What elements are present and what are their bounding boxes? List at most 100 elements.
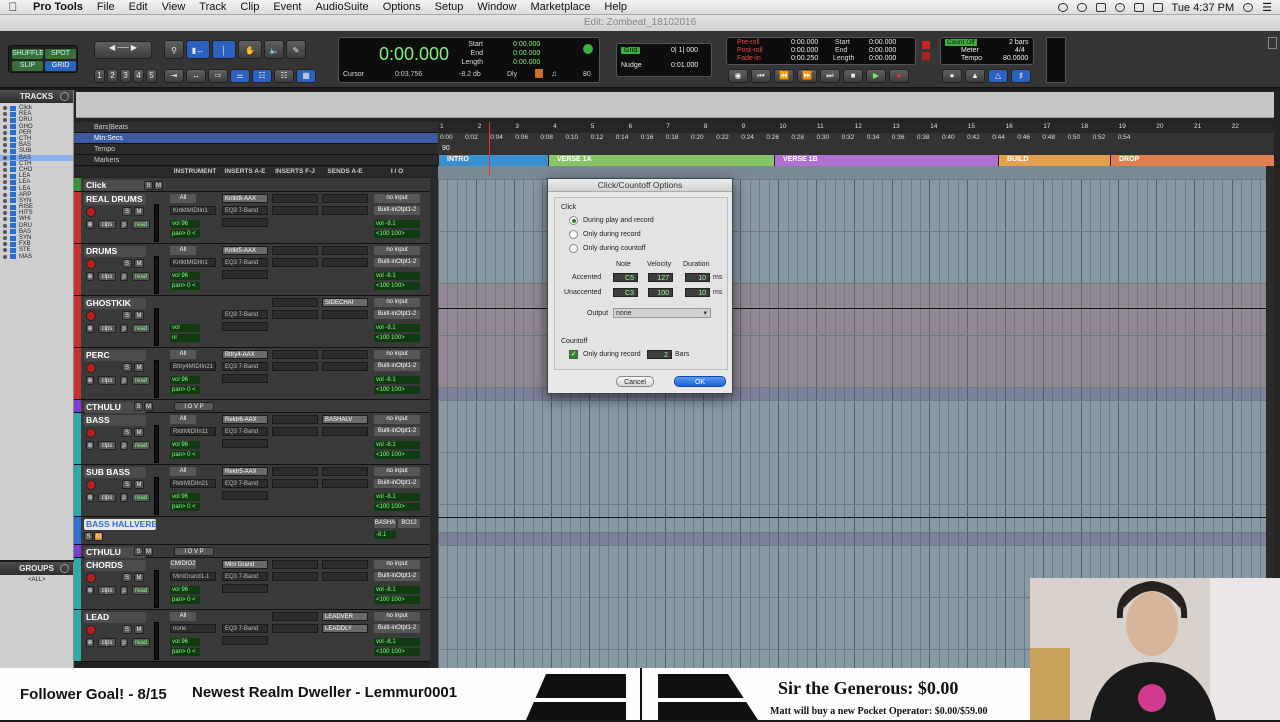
- track-lane[interactable]: [438, 505, 1270, 533]
- solo-button[interactable]: S: [122, 259, 132, 268]
- instrument-select[interactable]: All: [170, 350, 196, 359]
- automation-mode-button[interactable]: read: [132, 272, 150, 281]
- solo-button[interactable]: S: [122, 207, 132, 216]
- groups-header[interactable]: GROUPS: [0, 562, 73, 575]
- track-pan[interactable]: <100 100>: [374, 282, 420, 290]
- view-toggle-icon[interactable]: ⊕: [86, 324, 94, 333]
- track-volume[interactable]: vol -8.1: [374, 586, 420, 594]
- aux-output[interactable]: BO12: [398, 519, 420, 528]
- track-header[interactable]: PERC S M ⊕ clps p read All Bttry4MIDIIn21 vol 96 p…: [74, 348, 438, 400]
- meter-value[interactable]: 4/4: [1015, 47, 1025, 54]
- apple-icon[interactable]: : [0, 0, 26, 14]
- instrument-select[interactable]: All: [170, 194, 196, 203]
- midi-input[interactable]: RktrMIDIIn21: [170, 479, 216, 488]
- preroll-value[interactable]: 0:00.000: [791, 39, 818, 46]
- marker-build[interactable]: BUILD: [998, 155, 1110, 166]
- send-b[interactable]: [322, 206, 368, 215]
- show-hide-dot-icon[interactable]: [3, 217, 7, 222]
- insert-c[interactable]: [222, 491, 268, 500]
- view-toggle-icon[interactable]: ⊕: [86, 272, 94, 281]
- insert-a[interactable]: Kntkt8-AAX: [222, 194, 268, 203]
- tab-to-transient-icon[interactable]: ⇥: [164, 69, 184, 83]
- instrument-select[interactable]: All: [170, 415, 196, 424]
- playlist-button[interactable]: p: [120, 220, 128, 229]
- instrument-pan[interactable]: pan> 0 <: [170, 648, 200, 656]
- input-select[interactable]: no input: [374, 194, 420, 203]
- show-hide-dot-icon[interactable]: [3, 198, 7, 203]
- insert-b[interactable]: EQ3 7-Band: [222, 572, 268, 581]
- menu-edit[interactable]: Edit: [122, 1, 155, 13]
- insert-b[interactable]: EQ3 7-Band: [222, 258, 268, 267]
- col-io[interactable]: I / O: [374, 167, 420, 177]
- folder-io-buttons[interactable]: I O V P: [174, 547, 214, 556]
- track-volume[interactable]: vol -8.1: [374, 272, 420, 280]
- output-select[interactable]: Built-inOtpt1-2: [374, 206, 420, 215]
- metronome-toggle-icon[interactable]: ▲: [965, 69, 985, 83]
- instrument-pan[interactable]: pan> 0 <: [170, 596, 200, 604]
- mute-button[interactable]: M: [134, 207, 144, 216]
- solo-button[interactable]: S: [122, 428, 132, 437]
- input-select[interactable]: no input: [374, 350, 420, 359]
- insert-f[interactable]: [272, 350, 318, 359]
- insert-f[interactable]: [272, 612, 318, 621]
- sync-icon[interactable]: [1114, 3, 1125, 12]
- show-hide-dot-icon[interactable]: [3, 180, 7, 185]
- marker-drop[interactable]: DROP: [1110, 155, 1274, 166]
- output-select[interactable]: none ▾: [613, 308, 711, 318]
- view-toggle-icon[interactable]: ⊕: [86, 586, 94, 595]
- track-header[interactable]: CHORDS S M ⊕ clps p read CMIDIO2 MiniGrand1-1 vol…: [74, 558, 438, 610]
- insert-c[interactable]: [222, 270, 268, 279]
- insert-f[interactable]: [272, 560, 318, 569]
- insert-c[interactable]: [222, 218, 268, 227]
- instrument-volume[interactable]: vol 96: [170, 493, 200, 501]
- clips-view-button[interactable]: clps: [98, 272, 116, 281]
- transport-end-value[interactable]: 0:00.000: [869, 47, 896, 54]
- track-scrollbar[interactable]: [430, 178, 438, 668]
- send-a[interactable]: SIDECHAI: [322, 298, 368, 307]
- track-volume[interactable]: vol -8.1: [374, 441, 420, 449]
- track-pan[interactable]: <100 100>: [374, 451, 420, 459]
- clips-view-button[interactable]: clps: [98, 638, 116, 647]
- insert-b[interactable]: EQ3 7-Band: [222, 206, 268, 215]
- start-value[interactable]: 0:00.000: [513, 41, 540, 48]
- record-arm-button[interactable]: [86, 625, 96, 635]
- output-select[interactable]: Built-inOtpt1-2: [374, 479, 420, 488]
- trim-tool-icon[interactable]: ▮↔: [186, 40, 210, 59]
- clips-view-button[interactable]: clps: [98, 586, 116, 595]
- input-select[interactable]: no input: [374, 560, 420, 569]
- clips-view-button[interactable]: clps: [98, 441, 116, 450]
- instrument-select[interactable]: All: [170, 246, 196, 255]
- automation-mode-button[interactable]: read: [132, 220, 150, 229]
- playlist-button[interactable]: p: [120, 586, 128, 595]
- return-to-zero-icon[interactable]: ⏮: [751, 69, 771, 83]
- menu-options[interactable]: Options: [376, 1, 428, 13]
- mute-button[interactable]: M: [134, 480, 144, 489]
- tempo-ruler[interactable]: 90: [438, 144, 1274, 155]
- track-name[interactable]: PERC: [84, 350, 146, 361]
- timeline-scrollbar[interactable]: [1266, 166, 1274, 578]
- view-toggle-icon[interactable]: ⊕: [86, 220, 94, 229]
- aux-input[interactable]: BASHA: [374, 519, 396, 528]
- show-hide-dot-icon[interactable]: [3, 205, 7, 209]
- zoomer-tool-icon[interactable]: ⚲: [164, 40, 184, 59]
- insert-g[interactable]: [272, 310, 318, 319]
- insert-c[interactable]: [222, 439, 268, 448]
- track-name[interactable]: REAL DRUMS: [84, 194, 146, 205]
- universe-view[interactable]: [76, 92, 1274, 118]
- insert-f[interactable]: [272, 467, 318, 476]
- insert-c[interactable]: [222, 584, 268, 593]
- record-arm-button[interactable]: [86, 480, 96, 490]
- show-hide-dot-icon[interactable]: [3, 192, 7, 197]
- track-name[interactable]: DRUMS: [84, 246, 146, 257]
- clips-view-button[interactable]: clps: [98, 324, 116, 333]
- send-a[interactable]: [322, 194, 368, 203]
- midi-input[interactable]: KntktMIDIIn1: [170, 258, 216, 267]
- solo-button[interactable]: S: [122, 363, 132, 372]
- zoom-preset-3[interactable]: 3: [120, 69, 131, 83]
- grid-label[interactable]: Grid: [621, 47, 641, 54]
- output-select[interactable]: Built-inOtpt1-2: [374, 310, 420, 319]
- track-name[interactable]: Click: [84, 180, 146, 191]
- automation-mode-button[interactable]: read: [132, 376, 150, 385]
- col-instrument[interactable]: INSTRUMENT: [172, 167, 218, 177]
- play-icon[interactable]: ▶: [866, 69, 886, 83]
